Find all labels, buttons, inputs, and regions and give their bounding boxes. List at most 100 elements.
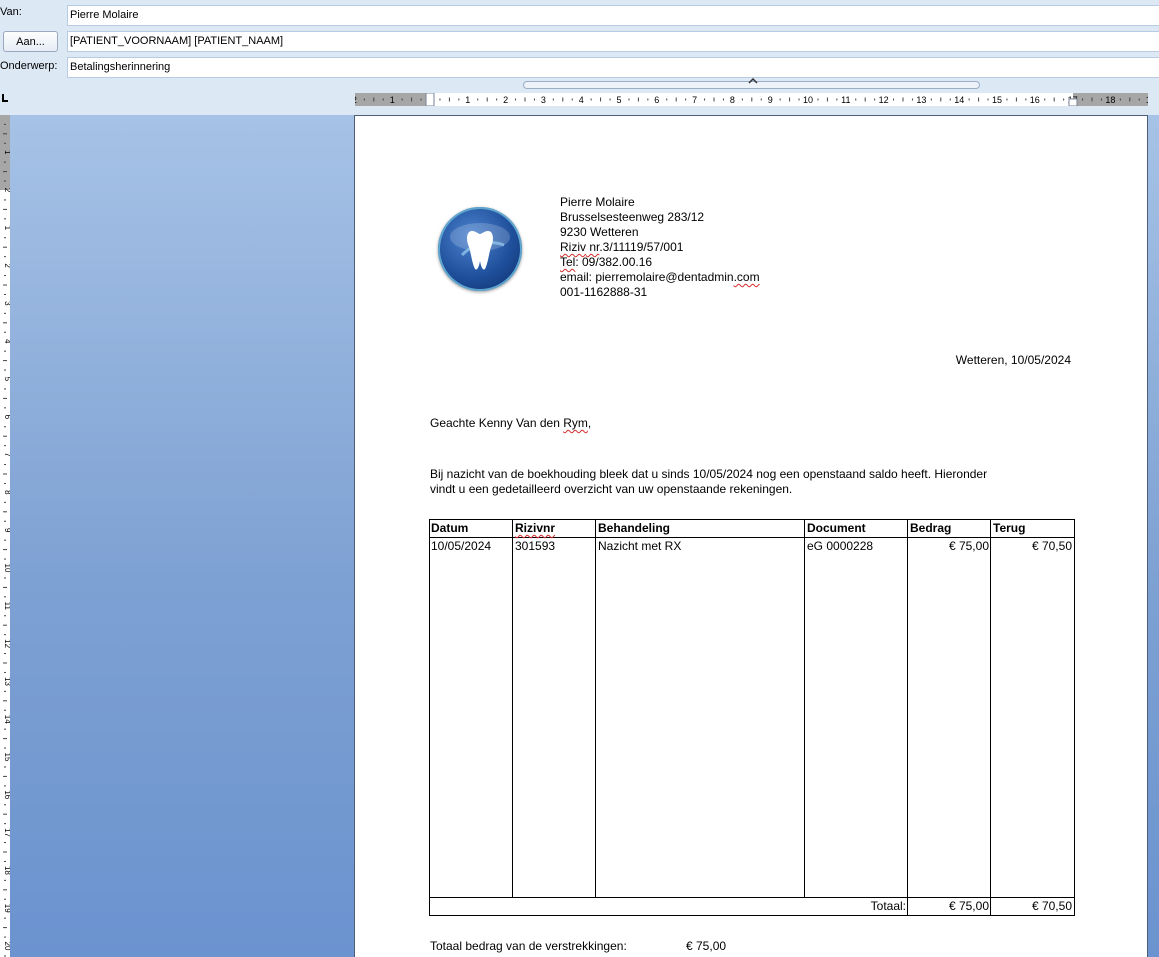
subject-row: Onderwerp: Betalingsherinnering bbox=[0, 56, 1159, 80]
salutation: Geachte Kenny Van den Rym, bbox=[430, 416, 591, 431]
riziv-prefix: Riziv bbox=[560, 240, 586, 254]
sender-street: Brusselsesteenweg 283/12 bbox=[560, 210, 705, 224]
chevron-up-icon bbox=[748, 78, 758, 84]
tel-rest: : 09/382.00.16 bbox=[575, 255, 653, 269]
tel-prefix: Tel bbox=[560, 255, 576, 269]
column-divider bbox=[907, 520, 908, 897]
horizontal-ruler[interactable]: 2101234567891011121314151617181 bbox=[355, 93, 1148, 106]
ruler-label: 5 bbox=[616, 95, 621, 105]
salutation-suffix: , bbox=[587, 416, 592, 430]
ruler-label: 1 bbox=[3, 226, 10, 231]
sender-name: Pierre Molaire bbox=[560, 195, 635, 209]
ruler-label: 9 bbox=[768, 95, 773, 105]
ruler-label: 2 bbox=[503, 95, 508, 105]
ruler-label: 10 bbox=[3, 564, 10, 573]
column-divider bbox=[804, 520, 805, 897]
header-datum: Datum bbox=[431, 521, 469, 535]
to-button[interactable]: Aan... bbox=[3, 31, 58, 52]
ruler-label: 11 bbox=[3, 602, 10, 611]
to-row: Aan... [PATIENT_VOORNAAM] [PATIENT_NAAM] bbox=[0, 30, 1159, 54]
ruler-label: 9 bbox=[3, 528, 10, 533]
ruler-label: 13 bbox=[3, 677, 10, 686]
ruler-label: 6 bbox=[654, 95, 659, 105]
email-suffix: .com bbox=[733, 270, 760, 284]
place-date: Wetteren, 10/05/2024 bbox=[955, 353, 1071, 367]
column-divider bbox=[990, 520, 991, 897]
total-divider bbox=[430, 897, 1074, 898]
column-divider bbox=[595, 520, 596, 897]
ruler-label: 4 bbox=[3, 339, 10, 344]
cell-rizivnr: 301593 bbox=[515, 539, 556, 553]
ruler-label: 1 bbox=[465, 95, 470, 105]
ruler-label: 4 bbox=[579, 95, 584, 105]
ruler-label: 3 bbox=[3, 301, 10, 306]
body-line-1: Bij nazicht van de boekhouding bleek dat… bbox=[430, 467, 988, 481]
right-indent-marker bbox=[1068, 98, 1078, 106]
total-amount-label: Totaal bedrag van de verstrekkingen: bbox=[430, 939, 627, 953]
column-divider bbox=[512, 520, 513, 897]
vertical-ruler[interactable]: 121234567891011121314151617181920 bbox=[0, 115, 10, 957]
ruler-label: 14 bbox=[3, 715, 10, 724]
ruler-label: 2 bbox=[355, 95, 357, 105]
header-divider bbox=[430, 537, 1074, 538]
header-document: Document bbox=[807, 521, 866, 535]
letter-page[interactable]: Pierre Molaire Brusselsesteenweg 283/12 … bbox=[354, 115, 1148, 957]
header-behandeling: Behandeling bbox=[598, 521, 671, 535]
left-tab-icon[interactable] bbox=[0, 92, 10, 106]
from-field[interactable]: Pierre Molaire bbox=[67, 5, 1159, 26]
header-rizivnr: Rizivnr bbox=[515, 521, 556, 535]
cell-bedrag: € 75,00 bbox=[948, 539, 989, 553]
indent-marker bbox=[425, 93, 435, 106]
invoice-table[interactable]: Datum Rizivnr Behandeling Document Bedra… bbox=[429, 519, 1075, 916]
ruler-label: 16 bbox=[1030, 95, 1040, 105]
ruler-label: 8 bbox=[3, 490, 10, 495]
ruler-label: 1 bbox=[3, 150, 10, 155]
salutation-prefix: Geachte Kenny Van den bbox=[430, 416, 564, 430]
from-row: Van: Pierre Molaire bbox=[0, 2, 1159, 26]
to-field[interactable]: [PATIENT_VOORNAAM] [PATIENT_NAAM] bbox=[67, 31, 1159, 52]
sender-email: email: pierremolaire@dentadmin.com bbox=[560, 270, 760, 285]
ruler-label: 11 bbox=[841, 95, 850, 105]
ruler-label: 18 bbox=[3, 866, 10, 875]
header-splitter[interactable] bbox=[523, 78, 980, 89]
ruler-label: 17 bbox=[3, 828, 10, 837]
ruler-label: 5 bbox=[3, 377, 10, 382]
ruler-label: 1 bbox=[1146, 95, 1148, 105]
header-bedrag: Bedrag bbox=[910, 521, 952, 535]
ruler-label: 20 bbox=[3, 942, 10, 951]
ruler-label: 7 bbox=[3, 452, 10, 457]
ruler-label: 2 bbox=[3, 188, 10, 193]
sender-city: 9230 Wetteren bbox=[560, 225, 639, 239]
salutation-name: Rym bbox=[563, 416, 588, 430]
ruler-label: 7 bbox=[692, 95, 697, 105]
sender-account: 001-1162888-31 bbox=[560, 285, 648, 299]
riziv-mid: nr bbox=[586, 240, 600, 254]
ruler-label: 15 bbox=[992, 95, 1002, 105]
ruler-label: 13 bbox=[916, 95, 926, 105]
total-label: Totaal: bbox=[870, 899, 906, 913]
ruler-label: 10 bbox=[803, 95, 813, 105]
ruler-label: 15 bbox=[3, 753, 10, 762]
ruler-label: 3 bbox=[541, 95, 546, 105]
total-amount-value: € 75,00 bbox=[686, 939, 727, 953]
sender-tel: Tel: 09/382.00.16 bbox=[560, 255, 652, 270]
subject-label: Onderwerp: bbox=[0, 60, 58, 72]
tooth-logo-icon bbox=[438, 207, 522, 291]
from-label: Van: bbox=[0, 6, 22, 18]
mail-header: Van: Pierre Molaire Aan... [PATIENT_VOOR… bbox=[0, 0, 1159, 90]
ruler-label: 14 bbox=[954, 95, 964, 105]
total-terug: € 70,50 bbox=[1031, 899, 1072, 913]
cell-terug: € 70,50 bbox=[1031, 539, 1072, 553]
riziv-rest: .3/11119/57/001 bbox=[599, 240, 684, 254]
ruler-label: 1 bbox=[390, 95, 395, 105]
total-bedrag: € 75,00 bbox=[948, 899, 989, 913]
ruler-label: 8 bbox=[730, 95, 735, 105]
subject-field[interactable]: Betalingsherinnering bbox=[67, 57, 1159, 78]
ruler-label: 12 bbox=[879, 95, 889, 105]
ruler-label: 12 bbox=[3, 639, 10, 648]
sender-riziv: Riziv nr.3/11119/57/001 bbox=[560, 240, 683, 255]
email-prefix: email: pierremolaire@dentadmin bbox=[560, 270, 734, 284]
ruler-label: 16 bbox=[3, 790, 10, 799]
body-line-2: vindt u een gedetailleerd overzicht van … bbox=[430, 482, 793, 496]
cell-behandeling: Nazicht met RX bbox=[598, 539, 682, 553]
